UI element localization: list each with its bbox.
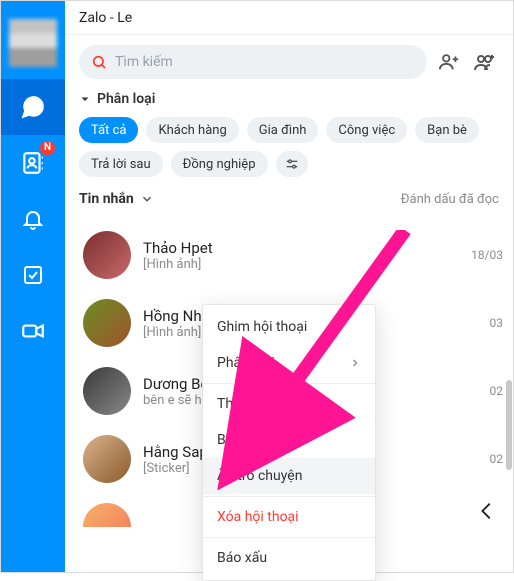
- conversation-name: Thảo Hpet: [143, 239, 449, 257]
- avatar: [83, 503, 131, 527]
- chip-reply-later[interactable]: Trả lời sau: [79, 151, 163, 177]
- chip-customers[interactable]: Khách hàng: [146, 117, 238, 143]
- video-icon: [20, 318, 46, 344]
- search-box[interactable]: [79, 45, 427, 79]
- conversation-time: 02: [461, 384, 503, 398]
- ctx-mute[interactable]: Bật thông báo: [203, 422, 375, 458]
- category-chips: Tất cả Khách hàng Gia đình Công việc Bạn…: [79, 117, 499, 177]
- sliders-icon: [284, 156, 300, 172]
- chat-icon: [20, 94, 46, 120]
- conversation-time: 02: [461, 452, 503, 466]
- ctx-delete[interactable]: Xóa hội thoại: [203, 499, 375, 535]
- create-group-button[interactable]: [471, 48, 499, 76]
- nav-video[interactable]: [1, 303, 65, 359]
- search-input[interactable]: [115, 54, 415, 70]
- category-section: Phân loại Tất cả Khách hàng Gia đình Côn…: [65, 87, 513, 177]
- separator: [203, 537, 375, 538]
- chevron-down-icon: [79, 93, 91, 105]
- separator: [203, 383, 375, 384]
- messages-tab-label: Tin nhắn: [79, 191, 134, 207]
- category-header-label: Phân loại: [97, 91, 155, 107]
- avatar: [83, 435, 131, 483]
- chevron-left-icon[interactable]: [476, 497, 498, 525]
- chevron-right-icon: [349, 357, 361, 369]
- chip-friends[interactable]: Bạn bè: [415, 117, 479, 143]
- mark-all-read[interactable]: Đánh dấu đã đọc: [401, 192, 499, 207]
- chip-family[interactable]: Gia đình: [247, 117, 319, 143]
- nav-notifications[interactable]: [1, 191, 65, 247]
- search-icon: [91, 54, 107, 70]
- ctx-report[interactable]: Báo xấu: [203, 540, 375, 576]
- context-menu: Ghim hội thoại Phân loại Thêm vào nhóm B…: [202, 304, 376, 581]
- category-toggle[interactable]: Phân loại: [79, 91, 499, 107]
- avatar: [83, 367, 131, 415]
- chip-all[interactable]: Tất cả: [79, 117, 138, 143]
- profile-avatar[interactable]: [9, 19, 57, 67]
- window-title: Zalo - Le: [65, 1, 513, 35]
- ctx-pin[interactable]: Ghim hội thoại: [203, 309, 375, 345]
- ctx-categorize[interactable]: Phân loại: [203, 345, 375, 381]
- top-toolbar: [65, 35, 513, 87]
- window-title-text: Zalo - Le: [79, 10, 132, 26]
- contacts-icon: [20, 150, 46, 176]
- contacts-badge: N: [40, 141, 55, 155]
- conversation-time: 03: [461, 316, 503, 330]
- bell-icon: [20, 206, 46, 232]
- scrollbar-thumb[interactable]: [506, 380, 512, 470]
- avatar: [83, 299, 131, 347]
- add-friend-button[interactable]: [435, 48, 463, 76]
- check-square-icon: [20, 262, 46, 288]
- chevron-down-icon: [140, 192, 154, 206]
- mark-all-read-label: Đánh dấu đã đọc: [401, 192, 499, 207]
- conversation-item[interactable]: Thảo Hpet [Hình ảnh] 18/03: [77, 221, 509, 289]
- messages-tab[interactable]: Tin nhắn: [79, 191, 154, 207]
- conversation-subtitle: [Hình ảnh]: [143, 257, 449, 272]
- list-header: Tin nhắn Đánh dấu đã đọc: [65, 177, 513, 215]
- ctx-add-to-group[interactable]: Thêm vào nhóm: [203, 386, 375, 422]
- ctx-hide[interactable]: Ẩn trò chuyện: [203, 458, 375, 494]
- chip-work[interactable]: Công việc: [326, 117, 407, 143]
- chip-filter-settings[interactable]: [276, 151, 308, 177]
- nav-todo[interactable]: [1, 247, 65, 303]
- nav-chat[interactable]: [1, 79, 65, 135]
- avatar: [83, 231, 131, 279]
- separator: [203, 496, 375, 497]
- chip-colleagues[interactable]: Đồng nghiệp: [171, 151, 268, 177]
- conversation-time: 18/03: [461, 248, 503, 262]
- left-nav: N: [1, 1, 65, 572]
- nav-contacts[interactable]: N: [1, 135, 65, 191]
